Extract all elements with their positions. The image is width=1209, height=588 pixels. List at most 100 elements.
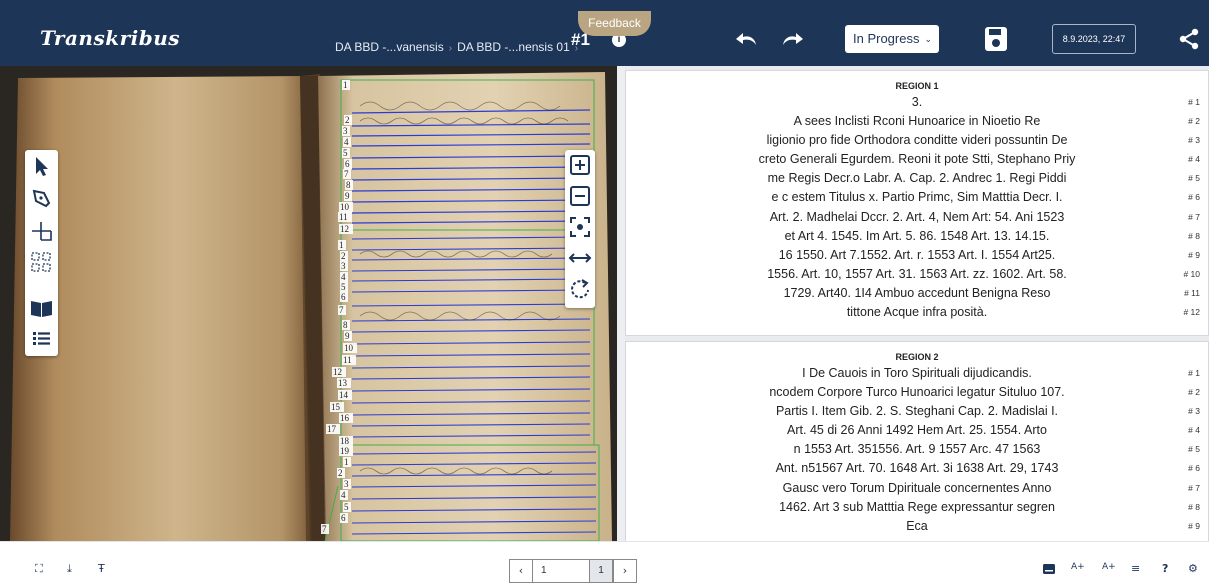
pen-icon[interactable]: [29, 186, 54, 211]
transcription-line[interactable]: 1556. Art. 10, 1557 Art. 31. 1563 Art. z…: [626, 265, 1208, 284]
line-text: A sees Inclisti Rconi Hunoarice in Nioet…: [793, 114, 1041, 129]
line-text: et Art 4. 1545. Im Art. 5. 86. 1548 Art.…: [784, 228, 1050, 243]
region-icon[interactable]: [29, 250, 54, 275]
book-icon[interactable]: [29, 296, 54, 321]
image-line-number: 1: [343, 80, 348, 90]
transcription-line[interactable]: 1729. Art40. 1I4 Ambuo accedunt Benigna …: [626, 284, 1208, 303]
transcription-line[interactable]: Gausc vero Torum Dpirituale concernentes…: [626, 479, 1208, 498]
transcription-line[interactable]: tittone Acque infra posità. # 12: [626, 303, 1208, 322]
line-spacing-icon[interactable]: ≡: [1131, 562, 1140, 575]
status-dropdown[interactable]: In Progress ⌄: [845, 25, 939, 53]
top-bar: Transkribus DA BBD -...vanensis › DA BBD -…: [0, 0, 1209, 66]
breadcrumb-document[interactable]: DA BBD -...nensis 01: [457, 40, 570, 54]
image-line-number: 3: [344, 479, 349, 489]
prev-page-button[interactable]: ‹: [509, 559, 533, 583]
image-line-number: 14: [339, 390, 349, 400]
keyboard-icon[interactable]: [1043, 564, 1055, 574]
transcription-line[interactable]: A sees Inclisti Rconi Hunoarice in Nioet…: [626, 112, 1208, 131]
image-line-number: 18: [340, 436, 350, 446]
transcription-line[interactable]: creto Generali Egurdem. Reoni it pote St…: [626, 150, 1208, 169]
line-text: Art. 45 di 26 Anni 1492 Hem Art. 25. 155…: [787, 423, 1047, 438]
transcription-line[interactable]: Art. 45 di 26 Anni 1492 Hem Art. 25. 155…: [626, 421, 1208, 440]
transcription-line[interactable]: ligionio pro fide Orthodora conditte vid…: [626, 131, 1208, 150]
line-number: # 5: [1188, 444, 1200, 455]
image-line-number: 2: [341, 251, 346, 261]
fit-width-icon[interactable]: [568, 246, 592, 270]
transcription-line[interactable]: Partis I. Item Gib. 2. S. Steghani Cap. …: [626, 402, 1208, 421]
image-line-number: 6: [341, 292, 346, 302]
transcription-line[interactable]: Eca # 9: [626, 517, 1208, 536]
undo-icon[interactable]: [734, 30, 760, 48]
image-line-number: 5: [343, 148, 348, 158]
line-text: e c estem Titulus x. Partio Primc, Sim M…: [771, 190, 1063, 205]
download-icon[interactable]: ⤓: [67, 562, 72, 576]
line-text: 3.: [911, 95, 923, 109]
image-line-number: 4: [341, 272, 346, 282]
image-line-number: 2: [338, 468, 343, 478]
baseline-icon[interactable]: [29, 218, 54, 243]
text-format-icon[interactable]: Ŧ: [98, 562, 105, 575]
zoom-in-icon[interactable]: [568, 153, 592, 177]
breadcrumb-collection[interactable]: DA BBD -...vanensis: [335, 40, 444, 54]
fullscreen-icon[interactable]: ⛶: [35, 562, 43, 576]
image-line-number: 10: [344, 343, 354, 353]
page-input[interactable]: 1: [533, 559, 589, 583]
line-text: 1729. Art40. 1I4 Ambuo accedunt Benigna …: [783, 285, 1051, 300]
image-line-number: 13: [338, 378, 348, 388]
text-region[interactable]: REGION 1 3. # 1 A sees Inclisti Rconi Huno…: [625, 70, 1209, 336]
line-number: # 8: [1188, 230, 1200, 241]
fit-page-icon[interactable]: [568, 215, 592, 239]
transcription-line[interactable]: 3. # 1: [626, 93, 1208, 112]
font-decrease-button[interactable]: A+: [1102, 562, 1116, 572]
transcription-line[interactable]: e c estem Titulus x. Partio Primc, Sim M…: [626, 188, 1208, 207]
transcription-line[interactable]: me Regis Decr.o Labr. A. Cap. 2. Andrec …: [626, 169, 1208, 188]
save-icon[interactable]: [984, 26, 1008, 52]
line-text: creto Generali Egurdem. Reoni it pote St…: [758, 152, 1076, 167]
line-number: # 2: [1188, 387, 1200, 398]
zoom-toolbar: [565, 150, 595, 308]
image-line-number: 8: [346, 180, 351, 190]
line-number: # 7: [1188, 482, 1200, 493]
transcription-line[interactable]: et Art 4. 1545. Im Art. 5. 86. 1548 Art.…: [626, 227, 1208, 246]
transcription-line[interactable]: I De Cauois in Toro Spirituali dijudican…: [626, 364, 1208, 383]
transcription-line[interactable]: Ant. n51567 Art. 70. 1648 Art. 3i 1638 A…: [626, 459, 1208, 478]
image-line-number: 16: [340, 413, 350, 423]
redo-icon[interactable]: [779, 30, 805, 48]
transcription-line[interactable]: 16 1550. Art 7.1552. Art. r. 1553 Art. I…: [626, 246, 1208, 265]
help-button[interactable]: ?: [1162, 562, 1168, 575]
transcription-line[interactable]: 1462. Art 3 sub Matttia Rege expressantu…: [626, 498, 1208, 517]
image-line-number: 9: [345, 331, 350, 341]
region-title: REGION 1: [895, 81, 939, 91]
image-line-number: 4: [341, 490, 346, 500]
font-increase-button[interactable]: A+: [1071, 562, 1085, 572]
transcription-line[interactable]: n 1553 Art. 351556. Art. 9 1557 Arc. 47 …: [626, 440, 1208, 459]
line-text: tittone Acque infra posità.: [846, 305, 988, 320]
line-text: Partis I. Item Gib. 2. S. Steghani Cap. …: [775, 404, 1059, 419]
image-line-number: 5: [341, 282, 346, 292]
next-page-button[interactable]: ›: [613, 559, 637, 583]
rotate-icon[interactable]: [568, 277, 592, 301]
panel-splitter[interactable]: [617, 66, 625, 541]
line-number: # 6: [1188, 463, 1200, 474]
select-arrow-icon[interactable]: [29, 154, 54, 179]
feedback-button[interactable]: Feedback: [578, 11, 651, 36]
line-number: # 11: [1184, 287, 1200, 298]
image-line-number: 10: [340, 202, 350, 212]
line-text: ncodem Corpore Turco Hunoarici legatur S…: [769, 385, 1065, 400]
list-icon[interactable]: [29, 326, 54, 351]
line-number: # 4: [1188, 425, 1200, 436]
breadcrumb-separator-icon: ›: [448, 43, 453, 54]
annotation-toolbar: [25, 150, 58, 356]
app-logo[interactable]: Transkribus: [40, 26, 180, 50]
line-number: # 7: [1188, 211, 1200, 222]
line-number: # 9: [1188, 520, 1200, 531]
text-region[interactable]: REGION 2 I De Cauois in Toro Spirituali …: [625, 341, 1209, 541]
transcription-line[interactable]: Art. 2. Madhelai Dccr. 2. Art. 4, Nem Ar…: [626, 208, 1208, 227]
manuscript-image: 1234567891011121234567891011121314151617…: [0, 66, 617, 541]
settings-icon[interactable]: ⚙: [1188, 562, 1198, 575]
zoom-out-icon[interactable]: [568, 184, 592, 208]
transcription-line[interactable]: ncodem Corpore Turco Hunoarici legatur S…: [626, 383, 1208, 402]
chevron-down-icon: ⌄: [924, 34, 932, 44]
share-icon[interactable]: [1178, 28, 1200, 50]
image-viewer[interactable]: 1 2 3 4 5 6 7 8 9 10 11 12 1 2 3 4 5 6 7 8 9 10 11 12 13 14 15 16 17…: [0, 66, 617, 541]
